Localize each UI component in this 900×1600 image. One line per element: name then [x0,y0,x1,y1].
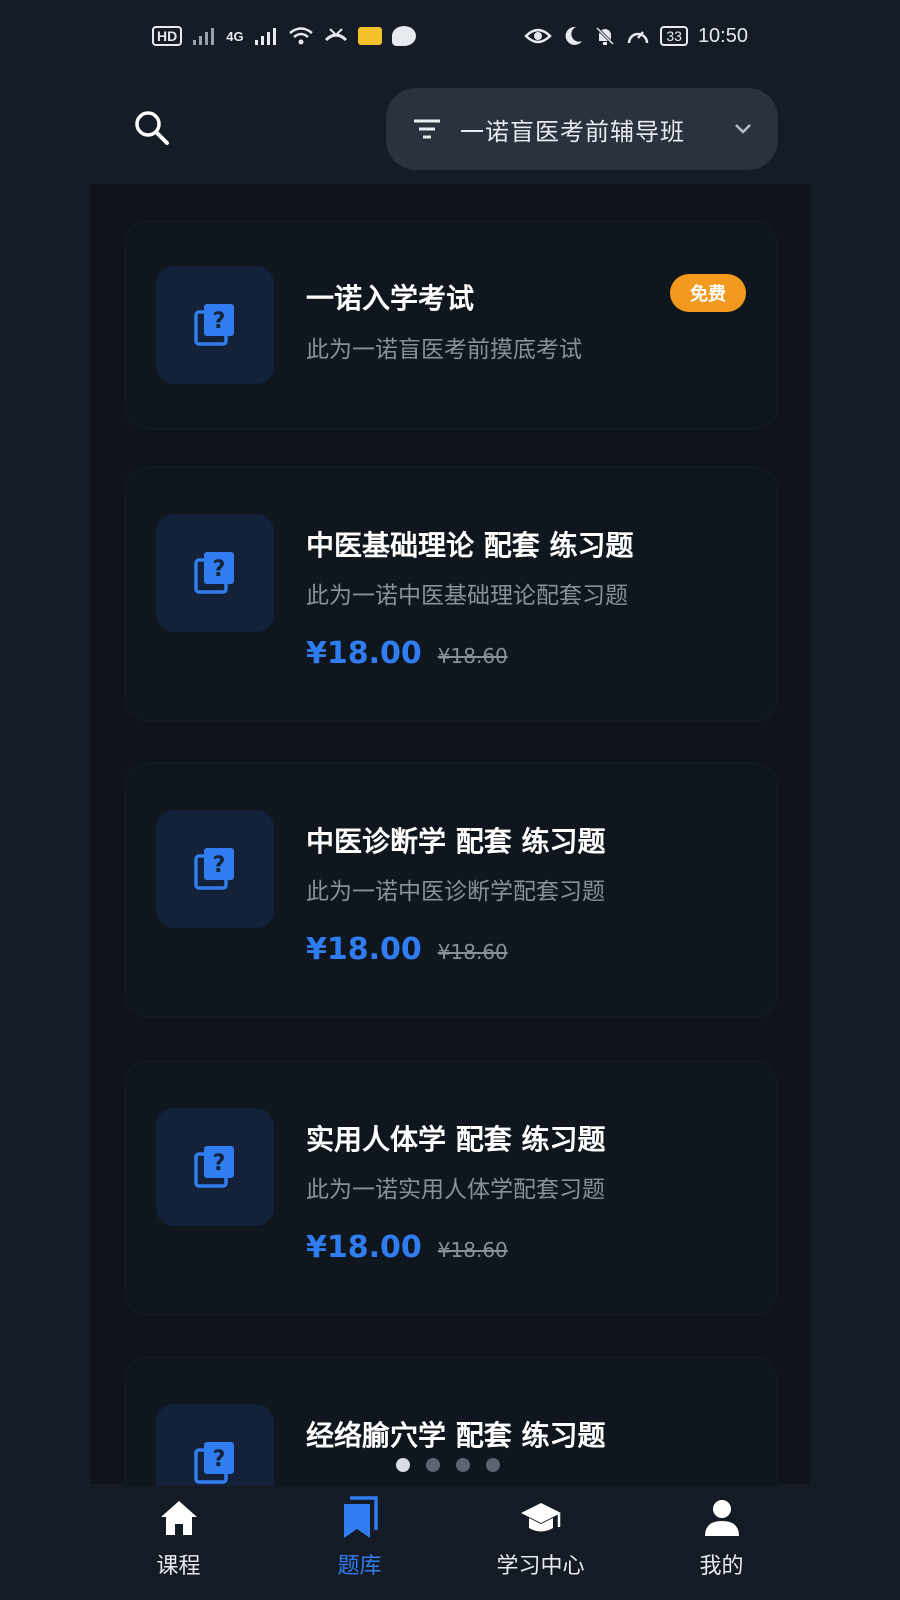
price-row: ¥18.00 ¥18.60 [306,932,508,967]
question-book-icon: ? [194,304,234,346]
filter-label: 一诺盲医考前辅导班 [460,117,685,146]
clock-time: 10:50 [697,24,748,47]
question-book-icon: ? [194,552,234,594]
nav-label: 我的 [699,1554,744,1579]
mail-icon [357,27,382,45]
user-icon [700,1496,744,1540]
nav-study-center[interactable]: 学习中心 [481,1496,601,1580]
price-row: ¥18.00 ¥18.60 [306,1230,508,1265]
network-label: 4G [226,28,244,44]
svg-text:?: ? [213,853,226,878]
current-price: ¥18.00 [306,1230,422,1265]
moon-icon [562,25,584,47]
question-book-icon: ? [194,1442,234,1484]
graduation-cap-icon [519,1496,563,1540]
search-button[interactable] [130,106,174,150]
card-thumbnail: ? [156,810,274,928]
card-description: 此为一诺中医基础理论配套习题 [306,583,628,609]
card-thumbnail: ? [156,1108,274,1226]
nav-courses[interactable]: 课程 [119,1496,239,1580]
bookmarks-icon [338,1496,382,1540]
card-title: 中医基础理论 配套 练习题 [306,529,634,562]
bell-off-icon [594,25,616,47]
class-filter-dropdown[interactable]: 一诺盲医考前辅导班 [386,88,778,170]
card-thumbnail: ? [156,514,274,632]
card-title: 一诺入学考试 [306,282,475,315]
question-book-icon: ? [194,848,234,890]
hd-icon: HD [152,26,183,46]
card-description: 此为一诺实用人体学配套习题 [306,1177,605,1203]
battery-icon: 33 [660,26,688,46]
card-thumbnail: ? [156,266,274,384]
page-dot [486,1458,500,1472]
signal-icon [192,26,216,46]
page-dot [396,1458,410,1472]
page-dot [456,1458,470,1472]
svg-text:?: ? [213,557,226,582]
original-price: ¥18.60 [437,1238,508,1262]
card-title: 实用人体学 配套 练习题 [306,1123,606,1156]
card-title: 经络腧穴学 配套 练习题 [306,1419,606,1452]
svg-text:?: ? [213,309,226,334]
original-price: ¥18.60 [437,940,508,964]
wifi-icon [288,26,314,46]
svg-text:?: ? [213,1151,226,1176]
status-bar: HD 4G 33 10:50 [0,0,900,72]
filter-icon [414,119,440,139]
nav-label: 课程 [156,1554,201,1579]
app-screen: HD 4G 33 10:50 一诺盲医考前辅导班 ? 一诺入学考试 此为一诺盲医… [0,0,900,1600]
card-title: 中医诊断学 配套 练习题 [306,825,606,858]
search-icon [135,111,169,145]
original-price: ¥18.60 [437,644,508,668]
nav-profile[interactable]: 我的 [662,1496,782,1580]
price-row: ¥18.00 ¥18.60 [306,636,508,671]
chevron-down-icon [735,124,751,134]
speed-icon [626,25,650,47]
nav-label: 学习中心 [496,1554,585,1579]
current-price: ¥18.00 [306,636,422,671]
question-book-icon: ? [194,1146,234,1188]
page-indicator [396,1458,500,1472]
message-icon [391,26,416,46]
nav-label: 题库 [337,1554,382,1579]
card-description: 此为一诺中医诊断学配套习题 [306,879,605,905]
nav-question-bank[interactable]: 题库 [300,1496,420,1580]
question-bank-card[interactable]: ? 中医基础理论 配套 练习题 此为一诺中医基础理论配套习题 ¥18.00 ¥1… [126,468,776,720]
question-bank-card[interactable]: ? 实用人体学 配套 练习题 此为一诺实用人体学配套习题 ¥18.00 ¥18.… [126,1062,776,1314]
missed-call-icon [324,26,348,46]
free-badge: 免费 [670,274,746,312]
eye-icon [524,26,553,46]
question-bank-list[interactable]: ? 一诺入学考试 此为一诺盲医考前摸底考试 免费 ? 中医基础理论 配套 练习题… [90,184,810,1558]
bottom-navigation: 课程 题库 学习中心 我的 [0,1486,900,1600]
question-bank-card[interactable]: ? 中医诊断学 配套 练习题 此为一诺中医诊断学配套习题 ¥18.00 ¥18.… [126,764,776,1016]
home-icon [157,1496,201,1540]
current-price: ¥18.00 [306,932,422,967]
page-dot [426,1458,440,1472]
card-description: 此为一诺盲医考前摸底考试 [306,337,582,363]
signal-icon [254,26,278,46]
question-bank-card[interactable]: ? 一诺入学考试 此为一诺盲医考前摸底考试 免费 [126,222,776,428]
status-right: 33 10:50 [524,25,748,48]
top-bar: 一诺盲医考前辅导班 [0,86,900,170]
status-left: HD 4G [152,26,416,46]
svg-text:?: ? [213,1447,226,1472]
